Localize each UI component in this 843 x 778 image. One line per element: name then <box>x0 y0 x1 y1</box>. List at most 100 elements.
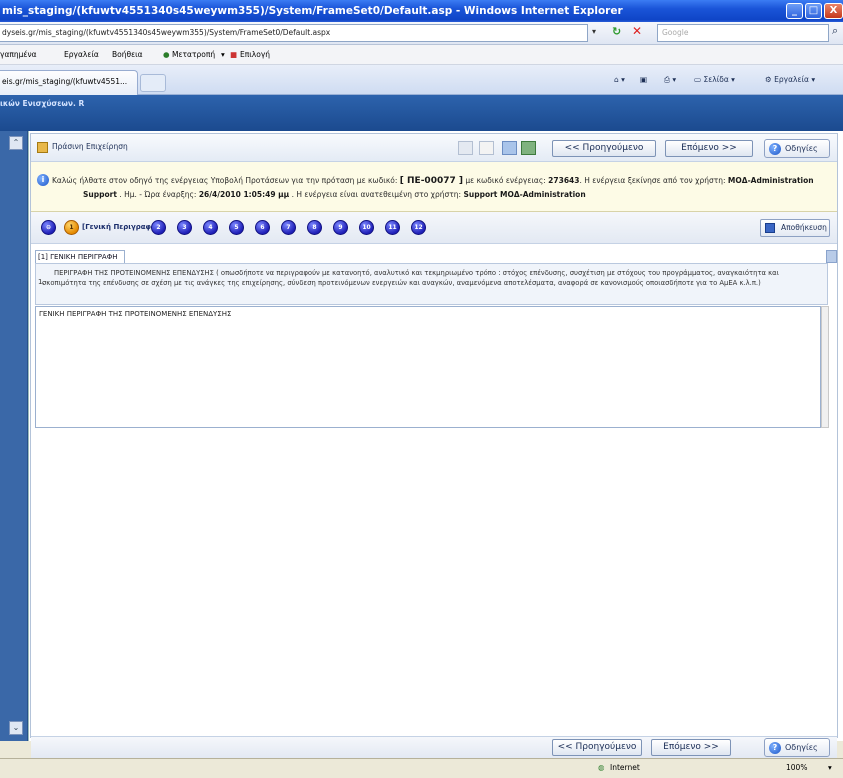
maximize-button[interactable]: □ <box>805 3 822 19</box>
browser-tab[interactable]: eis.gr/mis_staging/(kfuwtv4551... <box>0 70 138 95</box>
info-text: . Ημ. - Ώρα έναρξης: <box>119 190 197 199</box>
menu-select[interactable]: Επιλογή <box>240 45 270 65</box>
window-title-bar: mis_staging/(kfuwtv4551340s45weywm355)/S… <box>0 0 843 22</box>
new-tab-button[interactable] <box>140 74 166 92</box>
action-code: 273643 <box>548 176 580 185</box>
window-title: mis_staging/(kfuwtv4551340s45weywm355)/S… <box>2 5 623 17</box>
question-lead: ΠΕΡΙΓΡΑΦΗ ΤΗΣ ΠΡΟΤΕΙΝΟΜΕΝΗΣ ΕΠΕΝΔΥΣΗΣ <box>54 269 214 277</box>
menu-translate[interactable]: Μετατροπή <box>172 45 215 65</box>
assignee: Support ΜΟΔ-Administration <box>463 190 586 199</box>
app-side-strip <box>0 131 28 741</box>
chevron-down-icon[interactable]: ▾ <box>828 759 832 777</box>
question-number: 1. <box>38 278 45 286</box>
expand-icon[interactable] <box>826 250 837 263</box>
zoom-level[interactable]: 100% <box>786 759 807 777</box>
step-8-button[interactable]: 8 <box>307 220 322 235</box>
search-input[interactable]: Google <box>657 24 829 42</box>
previous-button-bottom[interactable]: << Προηγούμενο <box>552 739 642 756</box>
next-button[interactable]: Επόμενο >> <box>665 140 753 157</box>
step-2-button[interactable]: 2 <box>151 220 166 235</box>
proposal-code: [ ΠΕ-00077 ] <box>399 176 463 186</box>
print-icon[interactable]: ⎙ ▾ <box>664 70 676 90</box>
save-label: Αποθήκευση <box>781 223 827 232</box>
wizard-bottom-bar: << Προηγούμενο Επόμενο >> ? Οδηγίες <box>31 736 837 758</box>
app-header: ικών Ενισχύσεων. R <box>0 95 843 131</box>
info-text: . Η ενέργεια είναι ανατεθειμένη στο χρήσ… <box>291 190 462 199</box>
previous-button[interactable]: << Προηγούμενο <box>552 140 656 157</box>
step-home-button[interactable]: ⊖ <box>41 220 56 235</box>
step-1-button[interactable]: 1 <box>64 220 79 235</box>
help-label: Οδηγίες <box>785 743 818 752</box>
tools-icon: ⚙ <box>765 75 772 84</box>
page-icon: ▭ <box>694 75 702 84</box>
page-menu[interactable]: ▭ Σελίδα ▾ <box>694 70 735 90</box>
help-button[interactable]: ? Οδηγίες <box>764 139 830 158</box>
current-step-label: [Γενική Περιγραφή] <box>82 223 160 231</box>
info-text: . Η ενέργεια ξεκίνησε από τον χρήστη: <box>579 176 726 185</box>
step-10-button[interactable]: 10 <box>359 220 374 235</box>
description-textarea[interactable]: ΓΕΝΙΚΗ ΠΕΡΙΓΡΑΦΗ ΤΗΣ ΠΡΟΤΕΙΝΟΜΕΝΗΣ ΕΠΕΝΔ… <box>35 306 821 428</box>
address-input[interactable]: dyseis.gr/mis_staging/(kfuwtv4551340s45w… <box>0 24 588 42</box>
edit-icon[interactable] <box>479 141 494 155</box>
step-9-button[interactable]: 9 <box>333 220 348 235</box>
menu-help[interactable]: Βοήθεια <box>112 45 143 65</box>
select-icon: ■ <box>230 50 238 59</box>
info-line-1: Καλώς ήλθατε στον οδηγό της ενέργειας Υπ… <box>52 174 834 188</box>
chevron-down-icon: ▾ <box>221 50 225 59</box>
help-button-bottom[interactable]: ? Οδηγίες <box>764 738 830 757</box>
save-button[interactable]: Αποθήκευση <box>760 219 830 237</box>
section-question: 1. ΠΕΡΙΓΡΑΦΗ ΤΗΣ ΠΡΟΤΕΙΝΟΜΕΝΗΣ ΕΠΕΝΔΥΣΗΣ… <box>35 263 828 305</box>
step-bar: ⊖ 1 [Γενική Περιγραφή] 2 3 4 5 6 7 8 9 1… <box>31 212 837 244</box>
browser-tab-bar: eis.gr/mis_staging/(kfuwtv4551... ⌂ ▾ ▣ … <box>0 65 843 95</box>
collapse-up-button[interactable]: ⌃ <box>9 136 23 150</box>
app-title: ικών Ενισχύσεων. R <box>0 99 85 108</box>
info-icon: i <box>37 174 49 186</box>
info-line-2: Support . Ημ. - Ώρα έναρξης: 26/4/2010 1… <box>83 188 586 202</box>
minimize-button[interactable]: _ <box>786 3 803 19</box>
wizard-toolbar: Πράσινη Επιχείρηση << Προηγούμενο Επόμεν… <box>31 134 837 162</box>
step-3-button[interactable]: 3 <box>177 220 192 235</box>
user-name: ΜΟΔ-Administration <box>727 176 814 185</box>
info-text: με κωδικό ενέργειας: <box>465 176 546 185</box>
folder-icon <box>37 142 48 153</box>
export-icon[interactable] <box>458 141 473 155</box>
collapse-down-button[interactable]: ⌄ <box>9 721 23 735</box>
address-bar: dyseis.gr/mis_staging/(kfuwtv4551340s45w… <box>0 22 843 45</box>
help-icon: ? <box>769 742 781 754</box>
step-11-button[interactable]: 11 <box>385 220 400 235</box>
translate-icon: ● <box>163 50 170 59</box>
refresh-icon[interactable]: ↻ <box>612 25 621 38</box>
menu-bar: γαπημένα Εργαλεία Βοήθεια ● Μετατροπή ▾ … <box>0 45 843 65</box>
next-button-bottom[interactable]: Επόμενο >> <box>651 739 731 756</box>
user-name-cont: Support <box>83 190 117 199</box>
page-menu-label: Σελίδα <box>703 75 729 84</box>
help-icon: ? <box>769 143 781 155</box>
sheet-icon[interactable] <box>521 141 536 155</box>
start-time: 26/4/2010 1:05:49 μμ <box>198 190 290 199</box>
step-7-button[interactable]: 7 <box>281 220 296 235</box>
home-icon[interactable]: ⌂ ▾ <box>614 70 625 90</box>
step-4-button[interactable]: 4 <box>203 220 218 235</box>
help-label: Οδηγίες <box>785 144 818 153</box>
globe-icon: ◍ <box>598 763 605 772</box>
menu-favorites[interactable]: γαπημένα <box>0 45 37 65</box>
stop-icon[interactable]: ✕ <box>630 24 644 40</box>
section-tab[interactable]: [1] ΓΕΝΙΚΗ ΠΕΡΙΓΡΑΦΗ <box>35 250 125 264</box>
step-5-button[interactable]: 5 <box>229 220 244 235</box>
tools-menu[interactable]: ⚙ Εργαλεία ▾ <box>765 70 815 90</box>
form-icon[interactable] <box>502 141 517 155</box>
close-window-button[interactable]: X <box>824 3 843 19</box>
step-12-button[interactable]: 12 <box>411 220 426 235</box>
textarea-scrollbar[interactable] <box>821 306 829 428</box>
search-icon[interactable]: ⌕ <box>832 24 838 38</box>
dropdown-icon[interactable]: ▾ <box>592 27 602 39</box>
status-bar: ◍ Internet 100% ▾ <box>0 758 843 778</box>
breadcrumb[interactable]: Πράσινη Επιχείρηση <box>52 142 128 151</box>
tools-menu-label: Εργαλεία <box>774 75 809 84</box>
security-zone: Internet <box>610 763 640 772</box>
menu-tools[interactable]: Εργαλεία <box>64 45 99 65</box>
feeds-icon[interactable]: ▣ <box>640 70 647 90</box>
info-text: Καλώς ήλθατε στον οδηγό της ενέργειας Υπ… <box>52 176 398 185</box>
info-bar: i Καλώς ήλθατε στον οδηγό της ενέργειας … <box>31 162 837 212</box>
step-6-button[interactable]: 6 <box>255 220 270 235</box>
